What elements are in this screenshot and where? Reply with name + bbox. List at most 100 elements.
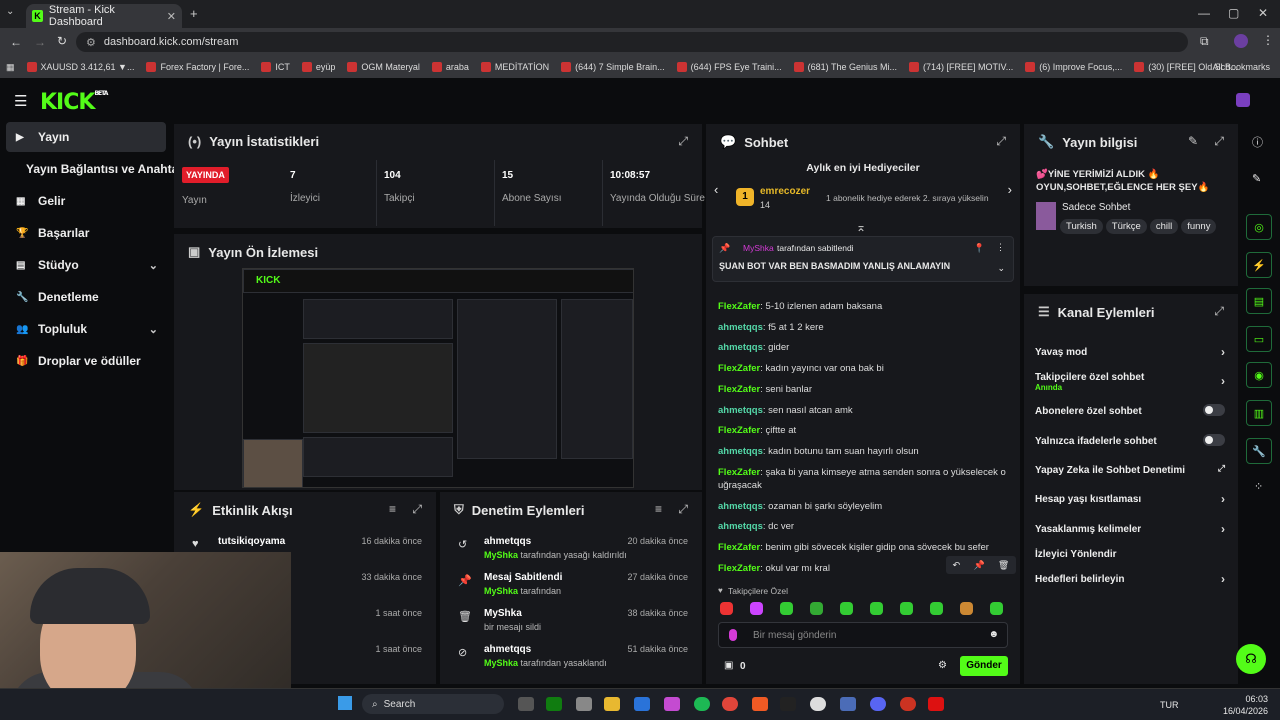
chat-message[interactable]: ahmetqqs: ozaman bi şarkı söyleyelim: [718, 500, 1008, 513]
expand-icon[interactable]: ⤢: [1214, 134, 1224, 149]
rail-dots-icon[interactable]: ⁘: [1254, 480, 1263, 493]
channel-action[interactable]: Yapay Zeka ile Sohbet Denetimi ⤢: [1035, 463, 1225, 476]
expand-icon[interactable]: ⤢: [678, 502, 688, 517]
pin-toggle-icon[interactable]: 📍: [974, 243, 985, 254]
bookmark-item[interactable]: (6) Improve Focus,...: [1025, 62, 1122, 72]
chat-username[interactable]: ahmetqqs: [718, 322, 763, 333]
rail-target-icon[interactable]: ◎: [1246, 214, 1272, 240]
emote-icon[interactable]: [780, 602, 793, 615]
kick-logo[interactable]: KICKBETA: [40, 90, 108, 115]
taskview-icon[interactable]: [518, 697, 534, 711]
chat-message[interactable]: FlexZafer: 5-10 izlenen adam baksana: [718, 300, 1008, 313]
moderation-row[interactable]: 🗑 MyShka bir mesajı sildi 38 dakika önce: [454, 608, 688, 642]
rail-doc-icon[interactable]: ▤: [1246, 288, 1272, 314]
tab-search-icon[interactable]: ⌄: [6, 6, 14, 17]
sidebar-item-yayin-baglantisi[interactable]: Yayın Bağlantısı ve Anahtarı: [6, 154, 186, 184]
sidebar-item-gelir[interactable]: ▦ Gelir: [6, 186, 166, 216]
chevron-right-icon[interactable]: ›: [1221, 492, 1225, 506]
chat-message[interactable]: ahmetqqs: kadın botunu tam suan hayırlı …: [718, 445, 1008, 458]
chevron-right-icon[interactable]: ›: [1221, 345, 1225, 359]
sidebar-item-yayin[interactable]: ▶ Yayın: [6, 122, 166, 152]
expand-icon[interactable]: ⤢: [412, 502, 422, 517]
edge-icon[interactable]: [634, 697, 650, 711]
app2-icon[interactable]: [840, 697, 856, 711]
app-icon[interactable]: [576, 697, 592, 711]
support-button[interactable]: ☊: [1236, 644, 1266, 674]
windows-start-icon[interactable]: [338, 696, 352, 710]
browser-tab[interactable]: K Stream - Kick Dashboard ✕: [26, 4, 182, 28]
stream-tag[interactable]: Turkish: [1060, 219, 1103, 234]
info-icon[interactable]: ⓘ: [1252, 134, 1263, 150]
bookmark-item[interactable]: araba: [431, 62, 469, 72]
chat-message[interactable]: ahmetqqs: f5 at 1 2 kere: [718, 321, 1008, 334]
delete-icon[interactable]: 🗑: [998, 560, 1009, 571]
explorer-icon[interactable]: [604, 697, 620, 711]
chat-username[interactable]: ahmetqqs: [718, 521, 763, 532]
extensions-icon[interactable]: ⧉: [1200, 34, 1209, 49]
url-input[interactable]: ⚙ dashboard.kick.com/stream: [76, 32, 1188, 52]
emote-icon[interactable]: [930, 602, 943, 615]
rail-broadcast-icon[interactable]: ◉: [1246, 362, 1272, 388]
channel-action[interactable]: Hedefleri belirleyin ›: [1035, 572, 1225, 586]
bookmark-item[interactable]: (644) 7 Simple Brain...: [561, 62, 665, 72]
channel-action[interactable]: Hesap yaşı kısıtlaması ›: [1035, 492, 1225, 506]
channel-action[interactable]: İzleyici Yönlendir: [1035, 549, 1225, 560]
emote-icon[interactable]: [750, 602, 763, 615]
more-icon[interactable]: ⋮: [996, 242, 1005, 253]
new-tab-icon[interactable]: +: [190, 6, 198, 21]
emoji-icon[interactable]: ☻: [988, 629, 999, 640]
chat-username[interactable]: ahmetqqs: [718, 405, 763, 416]
chat-message[interactable]: FlexZafer: benim gibi sövecek kişiler gi…: [718, 541, 1008, 554]
bookmark-item[interactable]: ICT: [261, 62, 290, 72]
bookmark-item[interactable]: eyüp: [301, 62, 335, 72]
xbox-icon[interactable]: [546, 697, 562, 711]
sidebar-item-basarilar[interactable]: 🏆 Başarılar: [6, 218, 166, 248]
moderation-row[interactable]: ⊘ ahmetqqs MyShka tarafından yasaklandı 51 …: [454, 644, 688, 678]
back-icon[interactable]: ←: [10, 35, 22, 49]
moderation-row[interactable]: ↺ ahmetqqs MyShka tarafından yasağı kaldır…: [454, 536, 688, 570]
chat-username[interactable]: FlexZafer: [718, 301, 760, 312]
filter-icon[interactable]: ≡: [389, 502, 396, 516]
chat-username[interactable]: ahmetqqs: [718, 446, 763, 457]
bookmark-item[interactable]: OGM Materyal: [347, 62, 420, 72]
chat-username[interactable]: ahmetqqs: [718, 342, 763, 353]
stream-tag[interactable]: funny: [1181, 219, 1217, 234]
emote-icon[interactable]: [720, 602, 733, 615]
chat-message[interactable]: ahmetqqs: sen nasıl atcan amk: [718, 404, 1008, 417]
reply-icon[interactable]: ↶: [953, 560, 961, 571]
emote-icon[interactable]: [960, 602, 973, 615]
channel-action[interactable]: Abonelere özel sohbet: [1035, 404, 1225, 417]
app3-icon[interactable]: [900, 697, 916, 711]
chat-input[interactable]: Bir mesaj gönderin ☻: [718, 622, 1008, 648]
expand-icon[interactable]: ⤢: [996, 134, 1006, 149]
chat-message[interactable]: ahmetqqs: gider: [718, 341, 1008, 354]
user-avatar[interactable]: [1236, 93, 1250, 107]
profile-avatar[interactable]: [1234, 34, 1248, 48]
stream-tag[interactable]: Türkçe: [1105, 219, 1147, 234]
chat-username[interactable]: FlexZafer: [718, 563, 760, 574]
collapse-icon[interactable]: ⌅: [856, 220, 866, 234]
moderation-row[interactable]: 📌 Mesaj Sabitlendi MyShka tarafından 27 dak…: [454, 572, 688, 606]
tab-close-icon[interactable]: ✕: [167, 10, 176, 23]
bookmark-item[interactable]: (644) FPS Eye Traini...: [676, 62, 782, 72]
chat-username[interactable]: FlexZafer: [718, 363, 760, 374]
channel-action[interactable]: Yalnızca ifadelerle sohbet: [1035, 434, 1225, 447]
bookmark-item[interactable]: MEDİTATİON: [480, 62, 549, 72]
toggle-switch[interactable]: [1203, 434, 1225, 446]
sidebar-item-topluluk[interactable]: 👥 Topluluk ⌄: [6, 314, 166, 344]
expand-icon[interactable]: ⤢: [1214, 304, 1224, 319]
rail-wrench-icon[interactable]: 🔧: [1246, 438, 1272, 464]
prev-arrow-icon[interactable]: ‹: [714, 182, 718, 197]
chrome-icon[interactable]: [722, 697, 738, 711]
sidebar-item-droplar[interactable]: 🎁 Droplar ve ödüller: [6, 346, 166, 376]
emote-icon[interactable]: [870, 602, 883, 615]
chat-username[interactable]: FlexZafer: [718, 425, 760, 436]
channel-action[interactable]: Yasaklanmış kelimeler ›: [1035, 522, 1225, 536]
bookmark-item[interactable]: (714) [FREE] MOTIV...: [909, 62, 1013, 72]
chat-message[interactable]: FlexZafer: kadın yayıncı var ona bak bi: [718, 362, 1008, 375]
chevron-right-icon[interactable]: ›: [1221, 374, 1225, 388]
all-bookmarks[interactable]: All Bookmarks: [1212, 62, 1270, 72]
gifter-name[interactable]: emrecozer: [760, 186, 810, 197]
edit-pencil-icon[interactable]: ✎: [1188, 134, 1198, 148]
stream-preview[interactable]: KICK: [242, 268, 634, 488]
